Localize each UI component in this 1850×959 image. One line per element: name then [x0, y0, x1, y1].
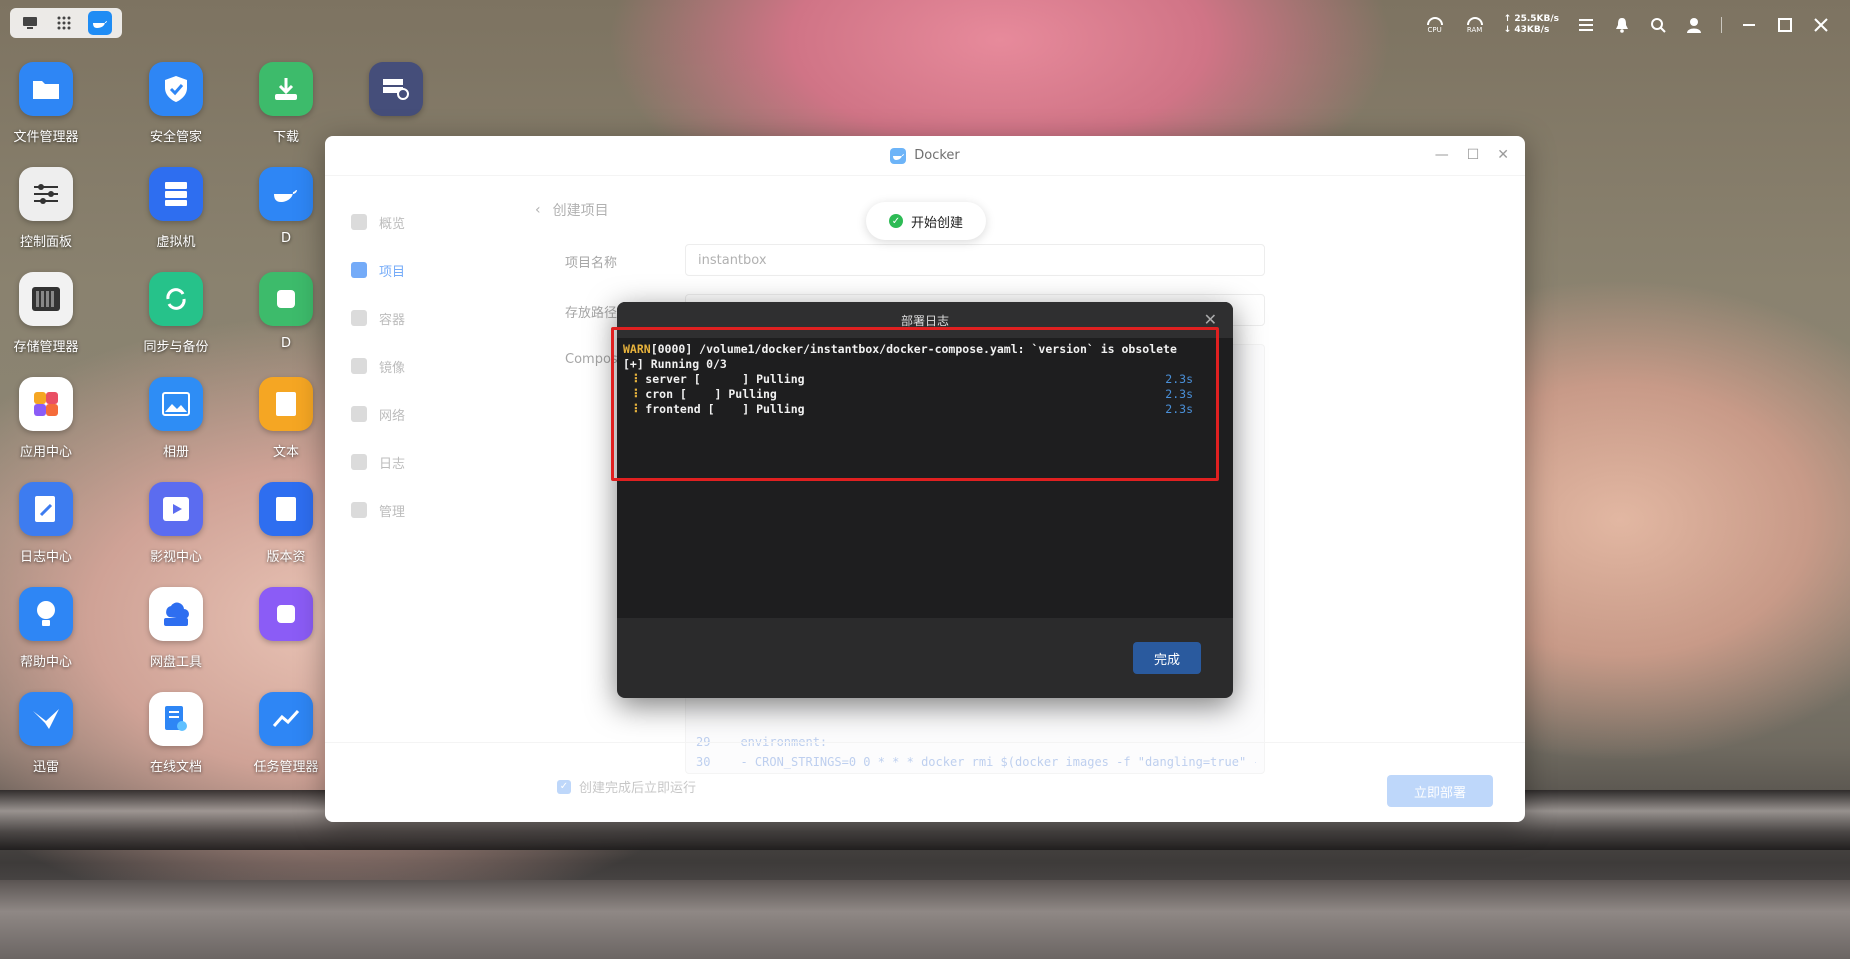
- search-icon[interactable]: [1649, 16, 1667, 34]
- desktop-app-label: D: [280, 231, 291, 246]
- online-doc-icon: [149, 692, 203, 746]
- maximize-icon[interactable]: [1776, 16, 1794, 34]
- desktop-app-online-doc[interactable]: 在线文档: [120, 692, 232, 775]
- highlight-annotation: [611, 327, 1219, 481]
- app-icon: [259, 587, 313, 641]
- sliders-icon: [19, 167, 73, 221]
- app-center-icon: [19, 377, 73, 431]
- desktop-app-label: 存储管理器: [13, 340, 79, 355]
- toast: ✓ 开始创建: [866, 202, 986, 240]
- desktop-app-shield[interactable]: 安全管家: [120, 62, 232, 145]
- desktop-app-label: 影视中心: [149, 550, 202, 565]
- desktop-app-server-search[interactable]: [340, 62, 452, 126]
- app-grid-icon[interactable]: [54, 14, 74, 32]
- modal-title: 部署日志: [900, 313, 949, 328]
- cloud-drive-icon: [149, 587, 203, 641]
- desktop-app-label: 日志中心: [19, 550, 72, 565]
- desktop-app-sync[interactable]: 同步与备份: [120, 272, 232, 355]
- version-icon: [259, 482, 313, 536]
- desktop-app-storage[interactable]: 存储管理器: [0, 272, 102, 355]
- desktop-app-label: 任务管理器: [253, 760, 319, 775]
- text-icon: [259, 377, 313, 431]
- thunder-bird-icon: [19, 692, 73, 746]
- folder-icon: [19, 62, 73, 116]
- desktop-app-video[interactable]: 影视中心: [120, 482, 232, 565]
- shield-icon: [149, 62, 203, 116]
- desktop-app-sliders[interactable]: 控制面板: [0, 167, 102, 250]
- close-icon[interactable]: [1812, 16, 1830, 34]
- desktop-app-label: 文件管理器: [13, 130, 79, 145]
- desktop-app-app-center[interactable]: 应用中心: [0, 377, 102, 460]
- photo-icon: [149, 377, 203, 431]
- docker-taskbar-icon[interactable]: [88, 11, 112, 35]
- log-icon: [19, 482, 73, 536]
- desktop-app-label: 应用中心: [19, 445, 72, 460]
- wallpaper-rail-lower: [0, 880, 1850, 959]
- video-icon: [149, 482, 203, 536]
- minimize-icon[interactable]: [1740, 16, 1758, 34]
- toast-text: 开始创建: [910, 215, 963, 231]
- storage-icon: [19, 272, 73, 326]
- taskbar-left: [10, 8, 122, 38]
- desktop-app-label: 版本资: [266, 550, 306, 565]
- desktop-app-label: 控制面板: [19, 235, 72, 250]
- network-speed: ↑ 25.5KB/s ↓ 43KB/s: [1503, 14, 1559, 35]
- desktop-app-log[interactable]: 日志中心: [0, 482, 102, 565]
- tray-divider: [1721, 17, 1722, 33]
- desktop-app-label: 下载: [272, 130, 299, 145]
- settings-sliders-icon[interactable]: [1577, 16, 1595, 34]
- docker-icon: [259, 167, 313, 221]
- bell-icon[interactable]: [1613, 16, 1631, 34]
- download-icon: [259, 62, 313, 116]
- desktop-app-cloud-drive[interactable]: 网盘工具: [120, 587, 232, 670]
- desktop-app-label: 虚拟机: [156, 235, 196, 250]
- desktop-app-label: 迅雷: [32, 760, 59, 775]
- desktop-app-label: 网盘工具: [149, 655, 202, 670]
- desktop-app-folder[interactable]: 文件管理器: [0, 62, 102, 145]
- taskbar-pill: [10, 8, 122, 38]
- app-icon: [259, 272, 313, 326]
- desktop-icon[interactable]: [20, 14, 40, 32]
- user-icon[interactable]: [1685, 16, 1703, 34]
- done-button[interactable]: 完成: [1133, 642, 1201, 674]
- sync-icon: [149, 272, 203, 326]
- cpu-gauge-icon: CPU: [1424, 16, 1446, 34]
- help-bulb-icon: [19, 587, 73, 641]
- desktop-app-label: 文本: [272, 445, 299, 460]
- success-check-icon: ✓: [888, 214, 903, 228]
- desktop-app-label: 帮助中心: [19, 655, 72, 670]
- desktop-app-label: 安全管家: [149, 130, 202, 145]
- desktop-app-download[interactable]: 下载: [230, 62, 342, 145]
- desktop-app-vm[interactable]: 虚拟机: [120, 167, 232, 250]
- vm-icon: [149, 167, 203, 221]
- system-tray: CPU RAM ↑ 25.5KB/s ↓ 43KB/s: [1424, 10, 1830, 40]
- desktop-app-label: D: [280, 336, 291, 351]
- server-search-icon: [369, 62, 423, 116]
- task-manager-icon: [259, 692, 313, 746]
- desktop-app-label: 在线文档: [149, 760, 202, 775]
- desktop-app-label: 相册: [162, 445, 189, 460]
- desktop-app-thunder-bird[interactable]: 迅雷: [0, 692, 102, 775]
- desktop-app-photo[interactable]: 相册: [120, 377, 232, 460]
- desktop-app-help-bulb[interactable]: 帮助中心: [0, 587, 102, 670]
- ram-gauge-icon: RAM: [1464, 16, 1486, 34]
- desktop-app-label: 同步与备份: [143, 340, 209, 355]
